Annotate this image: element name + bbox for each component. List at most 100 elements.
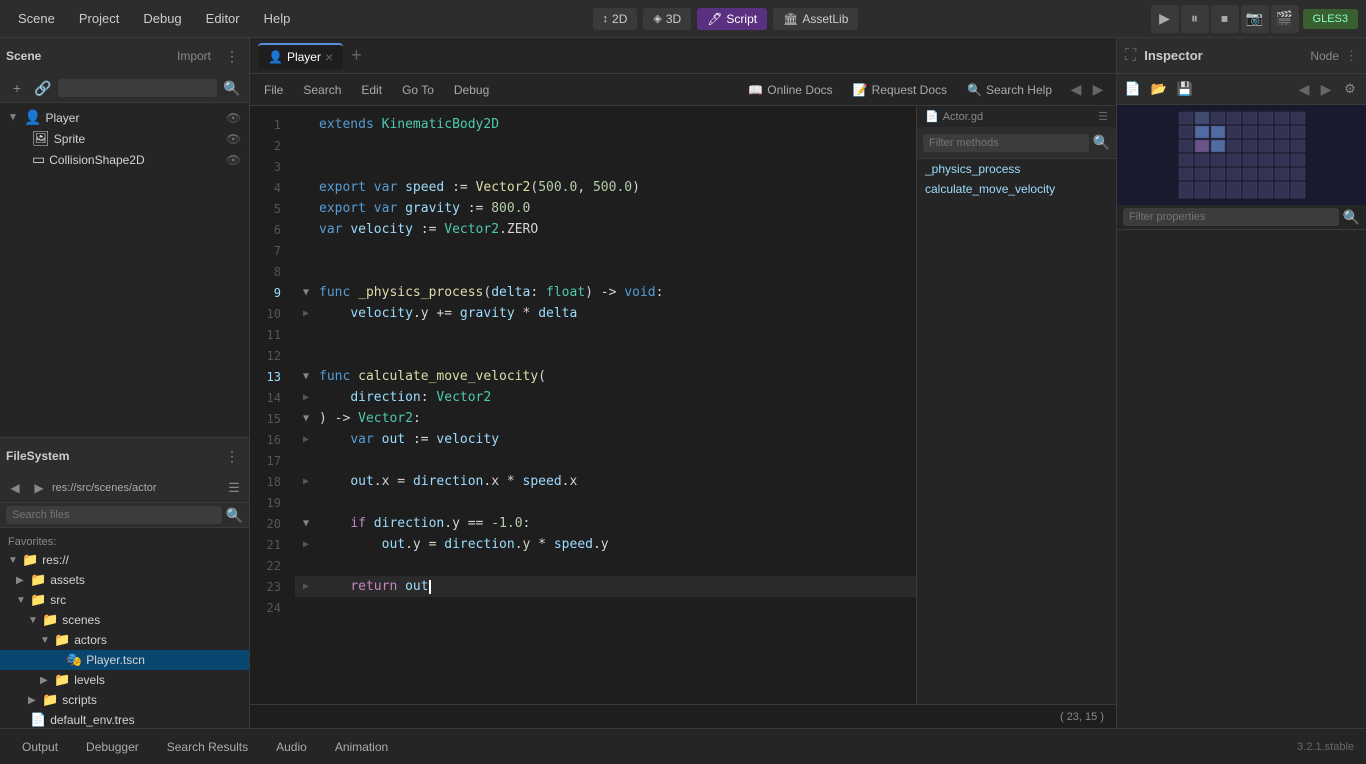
fs-item-scripts[interactable]: ▶ 📁 scripts: [0, 690, 249, 710]
filter-properties-input[interactable]: [1123, 208, 1339, 226]
collision-eye-icon[interactable]: 👁: [226, 153, 241, 167]
link-node-button[interactable]: 🔗: [32, 77, 54, 99]
folder-icon-src: 📁: [30, 592, 46, 608]
filter-methods-input[interactable]: [923, 134, 1089, 152]
add-node-button[interactable]: +: [6, 77, 28, 99]
nav-prev-icon[interactable]: ◀: [1066, 80, 1086, 100]
fs-item-scenes[interactable]: ▼ 📁 scenes: [0, 610, 249, 630]
request-icon: 📝: [853, 83, 868, 97]
mode-script[interactable]: 🖊 Script: [697, 8, 767, 30]
fs-item-default-env[interactable]: 📄 default_env.tres: [0, 710, 249, 728]
toolbar-edit-btn[interactable]: Edit: [355, 81, 388, 99]
expand-icon[interactable]: ⛶: [1125, 47, 1136, 65]
insp-open-icon[interactable]: 📂: [1147, 77, 1171, 101]
insp-settings-icon[interactable]: ⚙: [1338, 77, 1362, 101]
request-docs-button[interactable]: 📝 Request Docs: [847, 81, 953, 99]
fs-path-label: res://src/scenes/actor: [52, 482, 221, 494]
filter-props-search-icon[interactable]: 🔍: [1343, 209, 1360, 226]
inspector-node-button[interactable]: Node: [1304, 47, 1345, 65]
fs-label-player-tscn: Player.tscn: [86, 653, 145, 667]
fold-13[interactable]: ▼: [303, 371, 319, 382]
code-editor[interactable]: extends KinematicBody2D export var speed…: [295, 106, 916, 704]
filter-nodes-search-icon[interactable]: 🔍: [221, 77, 243, 99]
code-line-11: [295, 324, 916, 345]
menu-scene[interactable]: Scene: [8, 7, 65, 30]
camera1-button[interactable]: 📷: [1241, 5, 1269, 33]
online-docs-button[interactable]: 📖 Online Docs: [742, 81, 838, 99]
fs-item-assets[interactable]: ▶ 📁 assets: [0, 570, 249, 590]
fs-item-actors[interactable]: ▼ 📁 actors: [0, 630, 249, 650]
tab-debugger[interactable]: Debugger: [76, 736, 149, 758]
insp-new-icon[interactable]: 📄: [1121, 77, 1145, 101]
toolbar-file-btn[interactable]: File: [258, 81, 289, 99]
method-item-calculate[interactable]: calculate_move_velocity: [917, 179, 1116, 199]
tree-item-collision[interactable]: ▭ CollisionShape2D 👁: [0, 149, 249, 170]
fs-item-src[interactable]: ▼ 📁 src: [0, 590, 249, 610]
insp-save-icon[interactable]: 💾: [1173, 77, 1197, 101]
stop-button[interactable]: ⏹: [1211, 5, 1239, 33]
fs-back-button[interactable]: ◀: [4, 477, 26, 499]
nav-next-icon[interactable]: ▶: [1088, 80, 1108, 100]
tab-player[interactable]: 👤 Player ×: [258, 43, 343, 69]
search-files-icon[interactable]: 🔍: [226, 507, 243, 524]
fold-15[interactable]: ▼: [303, 413, 319, 424]
scene-panel: Scene Import ⋮ + 🔗 🔍 ▼ 👤 Player 👁: [0, 38, 249, 438]
code-line-24: [295, 597, 916, 618]
filter-methods-search-icon[interactable]: 🔍: [1093, 134, 1110, 151]
fs-item-root[interactable]: ▼ 📁 res://: [0, 550, 249, 570]
fs-item-levels[interactable]: ▶ 📁 levels: [0, 670, 249, 690]
search-help-button[interactable]: 🔍 Search Help: [961, 81, 1058, 99]
toolbar-debug-btn[interactable]: Debug: [448, 81, 495, 99]
inspector-more-icon[interactable]: ⋮: [1345, 48, 1358, 64]
import-button[interactable]: Import: [171, 47, 217, 65]
folder-icon-levels: 📁: [54, 672, 70, 688]
fs-forward-button[interactable]: ▶: [28, 477, 50, 499]
camera2-button[interactable]: 🎬: [1271, 5, 1299, 33]
middle-panel: 👤 Player × + File Search Edit Go To Debu…: [250, 38, 1116, 728]
menu-editor[interactable]: Editor: [196, 7, 250, 30]
fold-9[interactable]: ▼: [303, 287, 319, 298]
menu-debug[interactable]: Debug: [133, 7, 191, 30]
filter-nodes-input[interactable]: [58, 79, 217, 97]
fs-item-player-tscn[interactable]: 🎭 Player.tscn: [0, 650, 249, 670]
toolbar-goto-btn[interactable]: Go To: [396, 81, 440, 99]
code-line-9: ▼ func _physics_process(delta: float) ->…: [295, 282, 916, 303]
inspector-header: ⛶ Inspector Node ⋮: [1117, 38, 1366, 74]
menu-bar: Scene Project Debug Editor Help ↕ 2D ◈ 3…: [0, 0, 1366, 38]
folder-icon-scripts: 📁: [42, 692, 58, 708]
tab-animation[interactable]: Animation: [325, 736, 398, 758]
player-eye-icon[interactable]: 👁: [226, 111, 241, 125]
pause-button[interactable]: ⏸: [1181, 5, 1209, 33]
insp-nav-prev[interactable]: ◀: [1294, 79, 1314, 99]
tab-audio[interactable]: Audio: [266, 736, 317, 758]
scene-more-icon[interactable]: ⋮: [221, 45, 243, 67]
toolbar-search-btn[interactable]: Search: [297, 81, 347, 99]
gles-badge[interactable]: GLES3: [1303, 9, 1358, 29]
mode-2d[interactable]: ↕ 2D: [593, 8, 638, 30]
main-row: Scene Import ⋮ + 🔗 🔍 ▼ 👤 Player 👁: [0, 38, 1366, 728]
tree-item-sprite[interactable]: 🖼 Sprite 👁: [0, 128, 249, 149]
line-numbers: 1 2 3 4 5 6 7 8 9 10 11 12 13 14 15 16 1: [250, 106, 295, 704]
code-line-1: extends KinematicBody2D: [295, 114, 916, 135]
tab-add-button[interactable]: +: [347, 45, 366, 66]
scene-tree: ▼ 👤 Player 👁 🖼 Sprite 👁 ▭ CollisionShape…: [0, 103, 249, 437]
tree-item-player[interactable]: ▼ 👤 Player 👁: [0, 107, 249, 128]
menu-help[interactable]: Help: [254, 7, 301, 30]
search-files-input[interactable]: [6, 506, 222, 524]
methods-options-icon[interactable]: ☰: [1098, 110, 1108, 123]
method-item-physics[interactable]: _physics_process: [917, 159, 1116, 179]
tab-output[interactable]: Output: [12, 736, 68, 758]
mode-assetlib[interactable]: 🏛 AssetLib: [773, 8, 858, 30]
mode-3d[interactable]: ◈ 3D: [643, 8, 691, 30]
tab-close-icon[interactable]: ×: [325, 49, 333, 65]
play-button[interactable]: ▶: [1151, 5, 1179, 33]
tab-search-results[interactable]: Search Results: [157, 736, 258, 758]
fold-20[interactable]: ▼: [303, 518, 319, 529]
fs-layout-icon[interactable]: ☰: [223, 477, 245, 499]
editor-row: 1 2 3 4 5 6 7 8 9 10 11 12 13 14 15 16 1: [250, 106, 1116, 704]
insp-nav-next[interactable]: ▶: [1316, 79, 1336, 99]
menu-project[interactable]: Project: [69, 7, 129, 30]
ln-11: 11: [250, 324, 287, 345]
fs-more-icon[interactable]: ⋮: [221, 445, 243, 467]
sprite-eye-icon[interactable]: 👁: [226, 132, 241, 146]
